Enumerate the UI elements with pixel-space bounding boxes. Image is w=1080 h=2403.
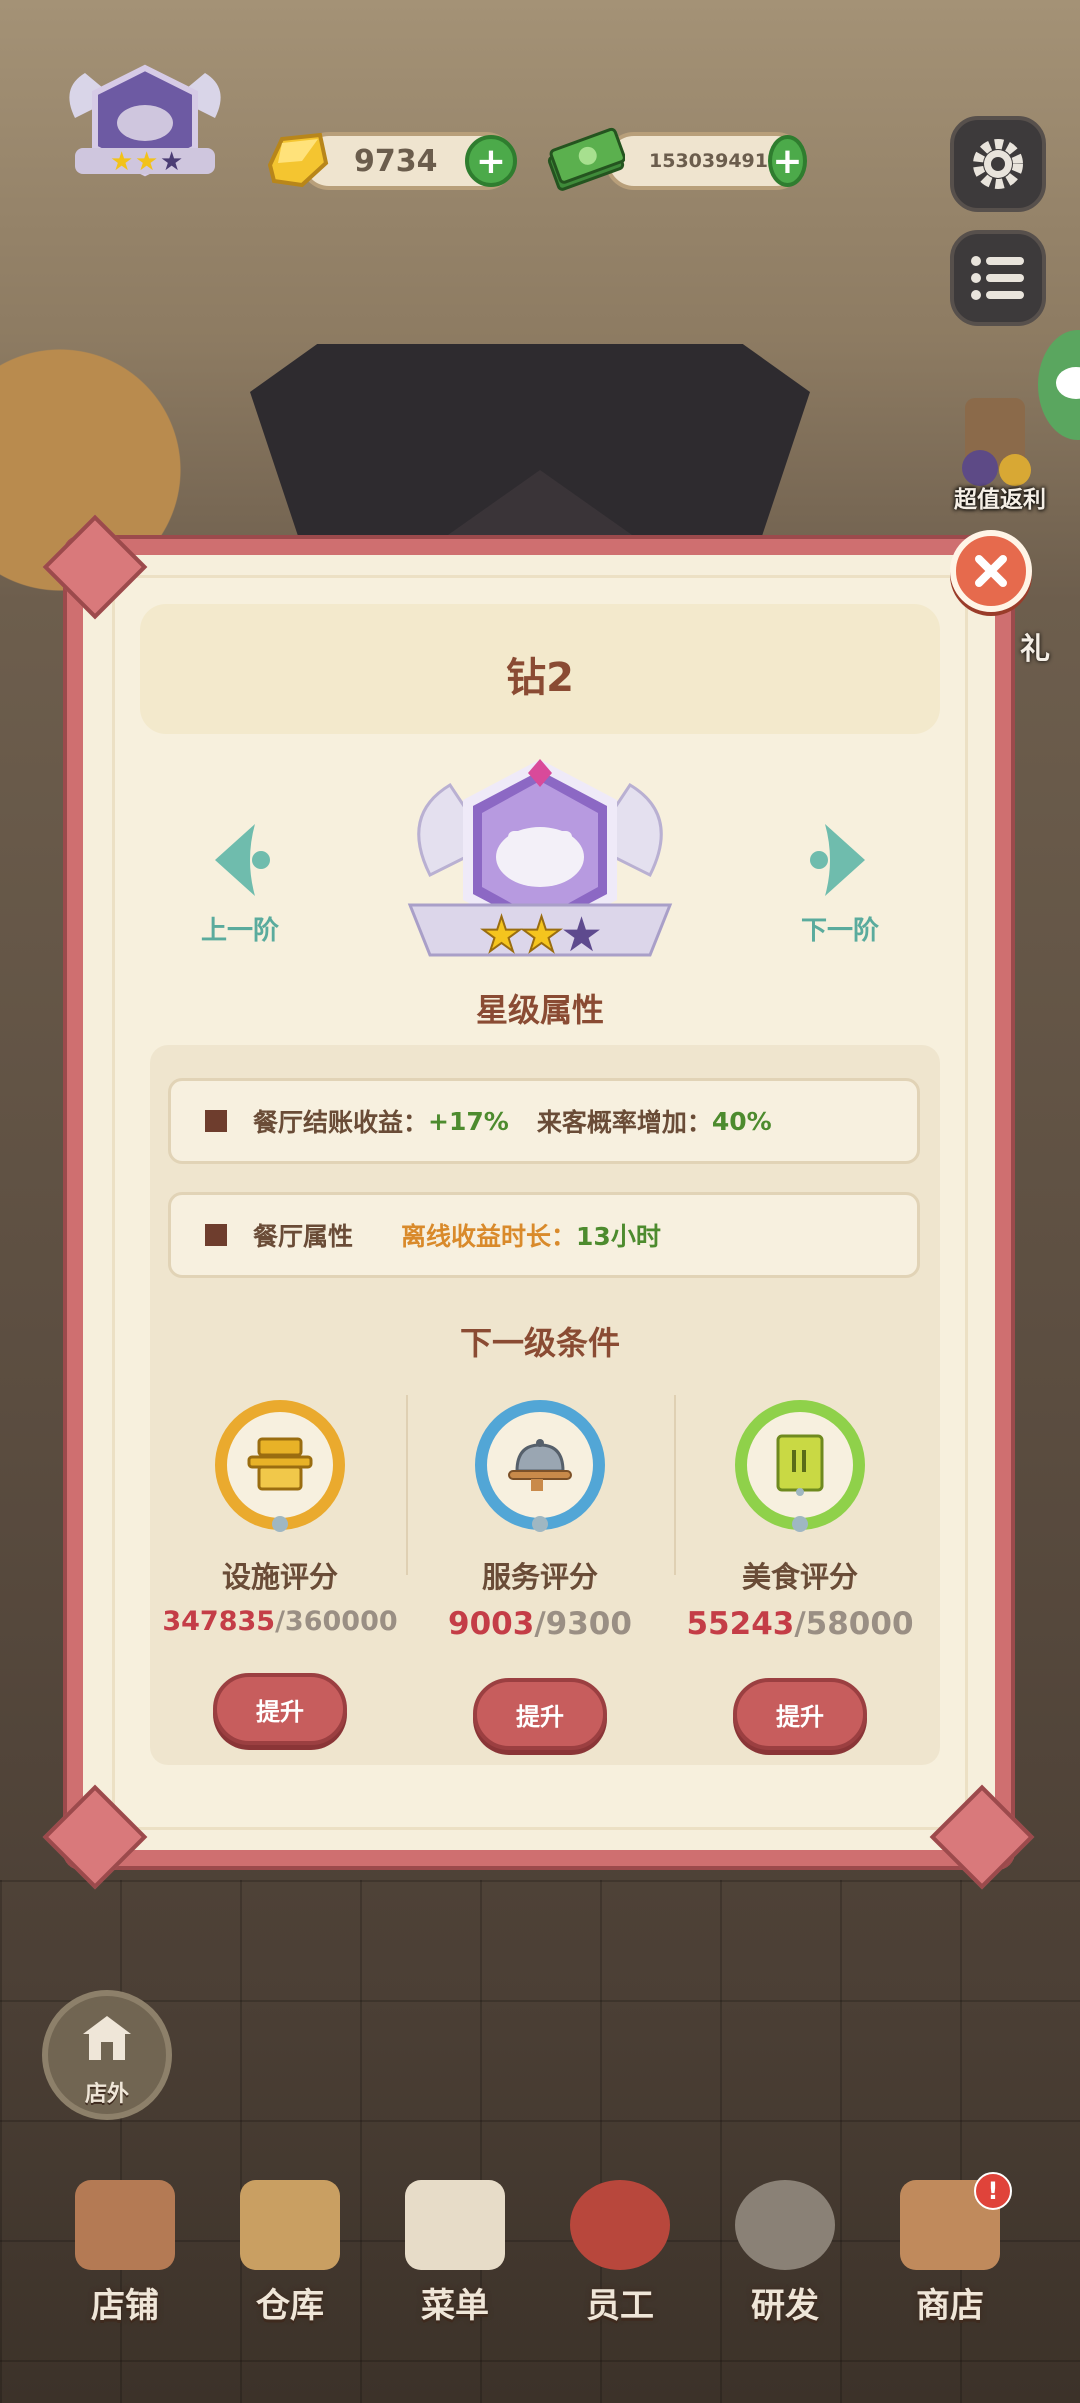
ring-dot (532, 1516, 548, 1532)
offline-income-value: 13小时 (576, 1222, 661, 1251)
next-rank-button[interactable]: 下一阶 (770, 820, 910, 947)
task-list-button[interactable] (950, 230, 1046, 326)
upgrade-service-button[interactable]: 提升 (473, 1678, 607, 1750)
recipe-book-icon (735, 1400, 865, 1530)
upgrade-facility-button[interactable]: 提升 (213, 1673, 347, 1745)
svg-text:★: ★ (135, 147, 158, 177)
bullet-square (205, 1110, 227, 1132)
service-rating-progress: 9003/9300 (410, 1606, 670, 1642)
add-gold-button[interactable]: + (465, 135, 517, 187)
nav-item-shop[interactable]: 店铺 (50, 2180, 200, 2330)
chat-bubble-icon (1056, 367, 1080, 399)
attribute-row: 餐厅属性 离线收益时长： 13小时 (168, 1192, 920, 1278)
svg-text:★: ★ (110, 147, 133, 177)
attributes-heading: 星级属性 (475, 991, 604, 1029)
food-rating-column: 美食评分 55243/58000 提升 (670, 1400, 930, 1750)
attribute-value: +17% (428, 1106, 509, 1136)
gold-value: 9734 (354, 143, 438, 179)
prev-rank-label: 上一阶 (200, 916, 279, 946)
facility-rating-progress: 347835/360000 (150, 1606, 410, 1637)
service-rating-column: 服务评分 9003/9300 提升 (410, 1400, 670, 1750)
cash-stack-icon (545, 120, 626, 200)
settings-button[interactable] (950, 116, 1046, 212)
svg-text:★: ★ (480, 907, 523, 963)
nav-label: 商店 (916, 2286, 984, 2326)
service-rating-label: 服务评分 (481, 1560, 598, 1594)
list-icon (971, 256, 1024, 300)
attribute-row: 餐厅结账收益： +17% 来客概率增加： 40% (168, 1078, 920, 1164)
progress-current: 347835 (162, 1606, 276, 1637)
progress-total: /58000 (794, 1606, 914, 1642)
arrow-left-icon (215, 824, 270, 896)
cooking-pot-icon (735, 2180, 835, 2270)
shop-icon (75, 2180, 175, 2270)
attribute-label: 来客概率增加： (536, 1108, 712, 1137)
prev-rank-button[interactable]: 上一阶 (170, 820, 310, 947)
ring-dot (792, 1516, 808, 1532)
storefront-icon (83, 2016, 131, 2060)
cash-value: 153039491 (649, 150, 768, 172)
facility-rating-label: 设施评分 (221, 1560, 338, 1594)
svg-text:★: ★ (520, 907, 563, 963)
gear-icon (973, 139, 1023, 189)
facility-icon (215, 1400, 345, 1530)
outside-store-button[interactable]: 店外 (42, 1990, 172, 2120)
notification-badge: ! (974, 2172, 1012, 2210)
nav-item-menu[interactable]: 菜单 (380, 2180, 530, 2330)
nav-label: 员工 (586, 2286, 654, 2326)
progress-total: /360000 (275, 1606, 398, 1637)
svg-text:★: ★ (160, 147, 183, 177)
gift-label[interactable]: 礼 (1020, 624, 1050, 668)
menu-clipboard-icon (405, 2180, 505, 2270)
svg-text:★: ★ (560, 907, 603, 963)
nav-item-warehouse[interactable]: 仓库 (215, 2180, 365, 2330)
attribute-label: 餐厅属性 (253, 1222, 354, 1251)
gold-counter: 9734 + (300, 132, 517, 190)
arrow-right-icon (810, 824, 865, 896)
warehouse-icon (240, 2180, 340, 2270)
food-rating-progress: 55243/58000 (670, 1606, 930, 1642)
bullet-square (205, 1224, 227, 1246)
close-button[interactable] (950, 530, 1032, 612)
progress-current: 9003 (448, 1606, 535, 1642)
diamond-rank-badge-icon: ★ ★ ★ (390, 755, 690, 985)
nav-label: 店铺 (91, 2286, 159, 2326)
bottom-nav: 店铺 仓库 菜单 员工 研发 商店 (0, 2180, 1080, 2330)
offline-income-label: 离线收益时长： (401, 1222, 577, 1251)
food-rating-label: 美食评分 (741, 1560, 858, 1594)
attribute-value: 40% (711, 1106, 772, 1136)
close-icon (975, 555, 1007, 587)
nav-item-staff[interactable]: 员工 (545, 2180, 695, 2330)
attribute-label: 餐厅结账收益： (253, 1108, 429, 1137)
cash-counter: 153039491 + (605, 132, 807, 190)
rank-title: 钻2 (506, 655, 574, 701)
rank-badge-icon[interactable]: ★ ★ ★ (55, 58, 235, 188)
progress-total: /9300 (534, 1606, 632, 1642)
nav-label: 研发 (751, 2286, 819, 2326)
upgrade-food-button[interactable]: 提升 (733, 1678, 867, 1750)
facility-rating-column: 设施评分 347835/360000 提升 (150, 1400, 410, 1745)
ring-dot (272, 1516, 288, 1532)
nav-item-research[interactable]: 研发 (710, 2180, 860, 2330)
next-level-heading: 下一级条件 (459, 1324, 620, 1362)
outside-store-label: 店外 (84, 2082, 129, 2107)
staff-icon (570, 2180, 670, 2270)
add-cash-button[interactable]: + (767, 135, 807, 187)
progress-current: 55243 (686, 1606, 795, 1642)
promo-label[interactable]: 超值返利 (930, 480, 1070, 514)
service-cloche-icon (475, 1400, 605, 1530)
gold-ingot-icon (262, 125, 332, 195)
nav-label: 仓库 (256, 2286, 324, 2326)
nav-label: 菜单 (421, 2286, 489, 2326)
next-rank-label: 下一阶 (800, 916, 879, 946)
